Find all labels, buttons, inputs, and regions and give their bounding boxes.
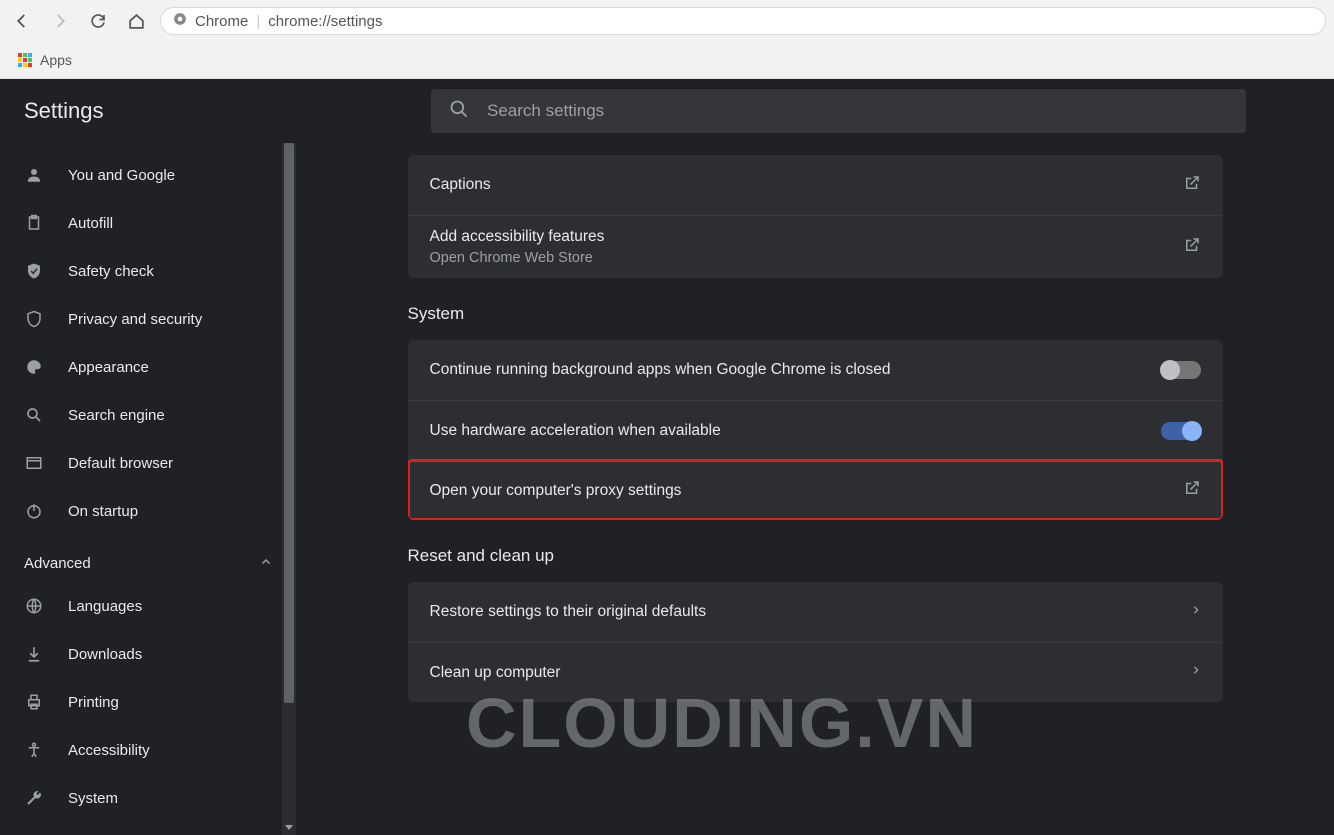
wrench-icon [24,789,44,807]
sidebar-item-label: Search engine [68,407,165,424]
address-url: chrome://settings [268,13,382,30]
chevron-up-icon [260,555,272,572]
search-icon [24,406,44,424]
palette-icon [24,358,44,376]
add-a11y-subtitle: Open Chrome Web Store [430,250,1183,266]
bg-apps-toggle[interactable] [1161,361,1201,379]
browser-chrome: Chrome | chrome://settings Apps [0,0,1334,79]
captions-row[interactable]: Captions [408,155,1223,215]
reload-button[interactable] [84,7,112,35]
reset-heading: Reset and clean up [408,546,1223,566]
sidebar-item-label: On startup [68,503,138,520]
sidebar-item-search-engine[interactable]: Search engine [0,391,296,439]
external-link-icon [1183,479,1201,502]
sidebar-item-label: Autofill [68,215,113,232]
cleanup-label: Clean up computer [430,664,1191,682]
sidebar-item-privacy[interactable]: Privacy and security [0,295,296,343]
sidebar-item-accessibility[interactable]: Accessibility [0,726,296,774]
back-button[interactable] [8,7,36,35]
hw-accel-row[interactable]: Use hardware acceleration when available [408,400,1223,460]
sidebar-item-label: Appearance [68,359,149,376]
restore-label: Restore settings to their original defau… [430,603,1191,621]
chrome-icon [173,12,187,30]
cleanup-row[interactable]: Clean up computer [408,642,1223,702]
sidebar-item-label: Privacy and security [68,311,202,328]
restore-defaults-row[interactable]: Restore settings to their original defau… [408,582,1223,642]
sidebar-item-label: Languages [68,598,142,615]
sidebar-scrollbar[interactable] [282,143,296,835]
search-input[interactable] [487,101,1228,121]
sidebar-item-default-browser[interactable]: Default browser [0,439,296,487]
hw-accel-toggle[interactable] [1161,422,1201,440]
sidebar-item-appearance[interactable]: Appearance [0,343,296,391]
bookmarks-bar: Apps [0,42,1334,78]
sidebar-item-label: Printing [68,694,119,711]
sidebar-item-label: You and Google [68,167,175,184]
settings-header: Settings [0,79,1334,143]
search-settings[interactable] [431,89,1246,133]
person-icon [24,166,44,184]
accessibility-icon [24,741,44,759]
sidebar-item-printing[interactable]: Printing [0,678,296,726]
sidebar-item-autofill[interactable]: Autofill [0,199,296,247]
bg-apps-label: Continue running background apps when Go… [430,361,1161,379]
browser-icon [24,454,44,472]
shield-icon [24,310,44,328]
external-link-icon [1183,236,1201,259]
apps-icon[interactable] [18,53,32,67]
sidebar-section-advanced[interactable]: Advanced [0,535,296,582]
sidebar-item-label: Accessibility [68,742,150,759]
sidebar-item-you-and-google[interactable]: You and Google [0,151,296,199]
external-link-icon [1183,174,1201,197]
sidebar-item-label: System [68,790,118,807]
hw-accel-label: Use hardware acceleration when available [430,422,1161,440]
sidebar: You and Google Autofill Safety check Pri… [0,143,296,835]
sidebar-item-languages[interactable]: Languages [0,582,296,630]
chevron-right-icon [1191,663,1201,682]
search-icon [449,99,469,124]
chevron-right-icon [1191,603,1201,622]
shield-check-icon [24,262,44,280]
proxy-label: Open your computer's proxy settings [430,482,1183,500]
sidebar-item-label: Safety check [68,263,154,280]
forward-button[interactable] [46,7,74,35]
sidebar-item-downloads[interactable]: Downloads [0,630,296,678]
section-label: Advanced [24,555,91,572]
sidebar-item-system[interactable]: System [0,774,296,822]
system-heading: System [408,304,1223,324]
sidebar-item-safety-check[interactable]: Safety check [0,247,296,295]
home-button[interactable] [122,7,150,35]
sidebar-item-label: Downloads [68,646,142,663]
print-icon [24,693,44,711]
address-bar[interactable]: Chrome | chrome://settings [160,7,1326,35]
captions-label: Captions [430,176,1183,194]
globe-icon [24,597,44,615]
proxy-settings-row[interactable]: Open your computer's proxy settings [408,460,1223,520]
settings-app: Settings You and Google Autofill [0,79,1334,835]
sidebar-item-label: Default browser [68,455,173,472]
download-icon [24,645,44,663]
clipboard-icon [24,214,44,232]
bg-apps-row[interactable]: Continue running background apps when Go… [408,340,1223,400]
settings-content: Captions Add accessibility features Open… [296,143,1334,835]
add-a11y-title: Add accessibility features [430,228,1183,246]
sidebar-item-on-startup[interactable]: On startup [0,487,296,535]
apps-label[interactable]: Apps [40,52,72,68]
add-accessibility-row[interactable]: Add accessibility features Open Chrome W… [408,215,1223,278]
power-icon [24,502,44,520]
page-title: Settings [24,98,431,124]
address-origin: Chrome [195,13,248,30]
